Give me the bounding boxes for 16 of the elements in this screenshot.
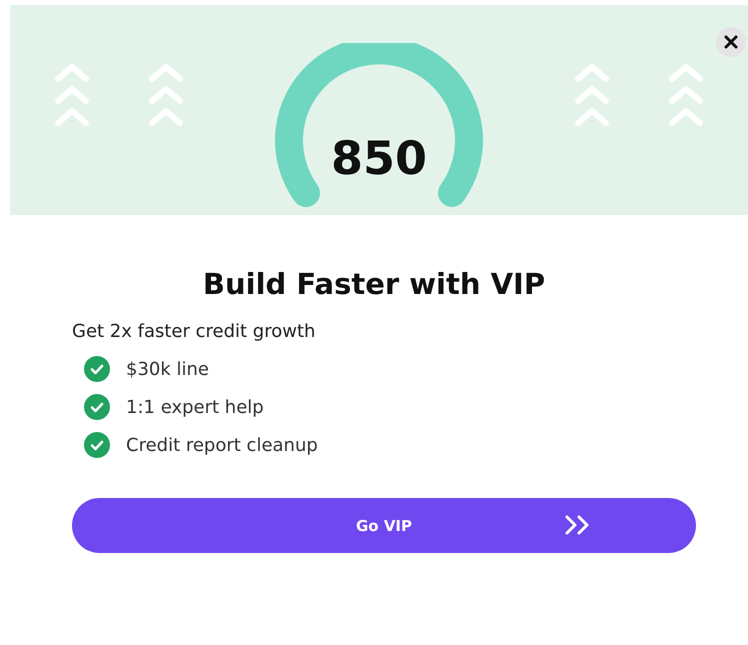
feature-text: 1:1 expert help: [126, 396, 264, 418]
check-circle-icon: [84, 356, 110, 382]
chevrons-up-icon: [54, 63, 90, 129]
go-vip-button[interactable]: Go VIP: [72, 498, 696, 553]
chevrons-up-icon: [668, 63, 704, 129]
feature-text: Credit report cleanup: [126, 434, 318, 456]
subtitle: Get 2x faster credit growth: [72, 321, 316, 342]
chevrons-up-icon: [148, 63, 184, 129]
check-circle-icon: [84, 394, 110, 420]
close-icon: [724, 35, 738, 49]
feature-text: $30k line: [126, 358, 209, 380]
close-button[interactable]: [716, 27, 746, 57]
chevrons-up-icon: [574, 63, 610, 129]
check-circle-icon: [84, 432, 110, 458]
dialog-title: Build Faster with VIP: [202, 267, 546, 301]
credit-score: 850: [330, 131, 428, 185]
